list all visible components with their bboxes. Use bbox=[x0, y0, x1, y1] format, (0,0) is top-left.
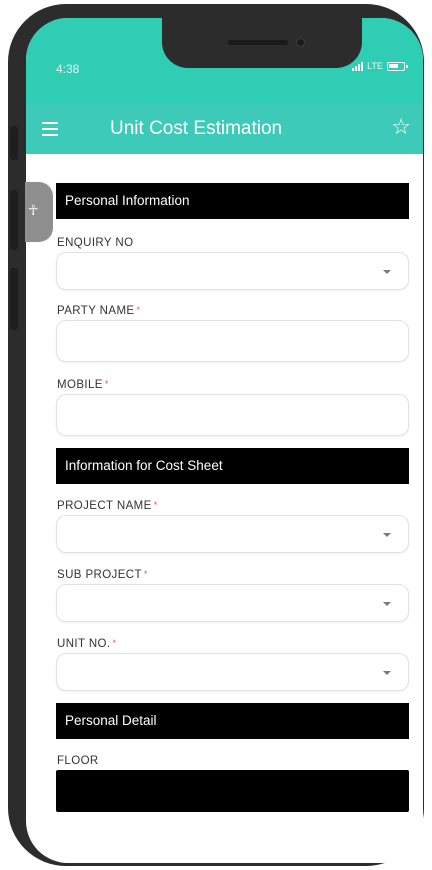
status-time: 4:38 bbox=[56, 62, 80, 76]
speaker-grille bbox=[228, 40, 288, 45]
sub-project-select[interactable] bbox=[56, 584, 409, 622]
sub-project-label: SUB PROJECT * bbox=[57, 569, 148, 581]
chevron-down-icon bbox=[383, 671, 391, 675]
required-marker: * bbox=[112, 638, 117, 648]
enquiry-no-label: ENQUIRY NO bbox=[57, 237, 133, 249]
project-name-select[interactable] bbox=[56, 515, 409, 553]
unit-no-select[interactable] bbox=[56, 653, 409, 691]
required-marker: * bbox=[104, 379, 109, 389]
enquiry-no-select[interactable] bbox=[56, 252, 409, 290]
signal-bars-icon bbox=[352, 61, 364, 71]
volume-up-button bbox=[10, 190, 18, 250]
hamburger-menu-icon[interactable] bbox=[42, 122, 58, 136]
project-name-label: PROJECT NAME * bbox=[57, 500, 158, 512]
phone-frame: 4:38 LTE Unit Cost Estimation ☆ Personal… bbox=[8, 4, 424, 866]
front-camera bbox=[296, 38, 305, 47]
mobile-label: MOBILE * bbox=[57, 379, 109, 391]
accessibility-person-icon: ☥ bbox=[28, 202, 39, 218]
unit-no-label-text: UNIT NO. bbox=[57, 638, 111, 650]
party-name-label-text: PARTY NAME bbox=[57, 305, 135, 317]
chevron-down-icon bbox=[383, 270, 391, 274]
phone-notch bbox=[162, 18, 362, 68]
section-personal-information: Personal Information bbox=[56, 183, 409, 219]
unit-no-label: UNIT NO. * bbox=[57, 638, 116, 650]
party-name-input[interactable] bbox=[56, 320, 409, 362]
app-bar: Unit Cost Estimation ☆ bbox=[26, 104, 423, 154]
network-type: LTE bbox=[367, 61, 383, 71]
project-name-label-text: PROJECT NAME bbox=[57, 500, 152, 512]
section-personal-detail: Personal Detail bbox=[56, 703, 409, 739]
accessibility-tab[interactable]: ☥ bbox=[25, 182, 53, 242]
chevron-down-icon bbox=[383, 533, 391, 537]
battery-icon bbox=[387, 61, 408, 71]
star-outline-icon[interactable]: ☆ bbox=[391, 114, 411, 140]
section-cost-sheet: Information for Cost Sheet bbox=[56, 448, 409, 484]
floor-label-text: FLOOR bbox=[57, 755, 99, 767]
chevron-down-icon bbox=[383, 602, 391, 606]
mobile-input[interactable] bbox=[56, 394, 409, 436]
phone-screen: 4:38 LTE Unit Cost Estimation ☆ Personal… bbox=[26, 18, 423, 863]
required-marker: * bbox=[153, 500, 158, 510]
volume-down-button bbox=[10, 268, 18, 330]
mobile-label-text: MOBILE bbox=[57, 379, 103, 391]
required-marker: * bbox=[136, 305, 141, 315]
required-marker: * bbox=[143, 569, 148, 579]
page-title: Unit Cost Estimation bbox=[110, 118, 283, 139]
party-name-label: PARTY NAME * bbox=[57, 305, 140, 317]
silent-switch bbox=[10, 126, 18, 160]
status-indicators: LTE bbox=[352, 61, 408, 71]
floor-field[interactable] bbox=[56, 770, 409, 812]
enquiry-no-label-text: ENQUIRY NO bbox=[57, 237, 134, 249]
floor-label: FLOOR bbox=[57, 755, 99, 767]
sub-project-label-text: SUB PROJECT bbox=[57, 569, 142, 581]
